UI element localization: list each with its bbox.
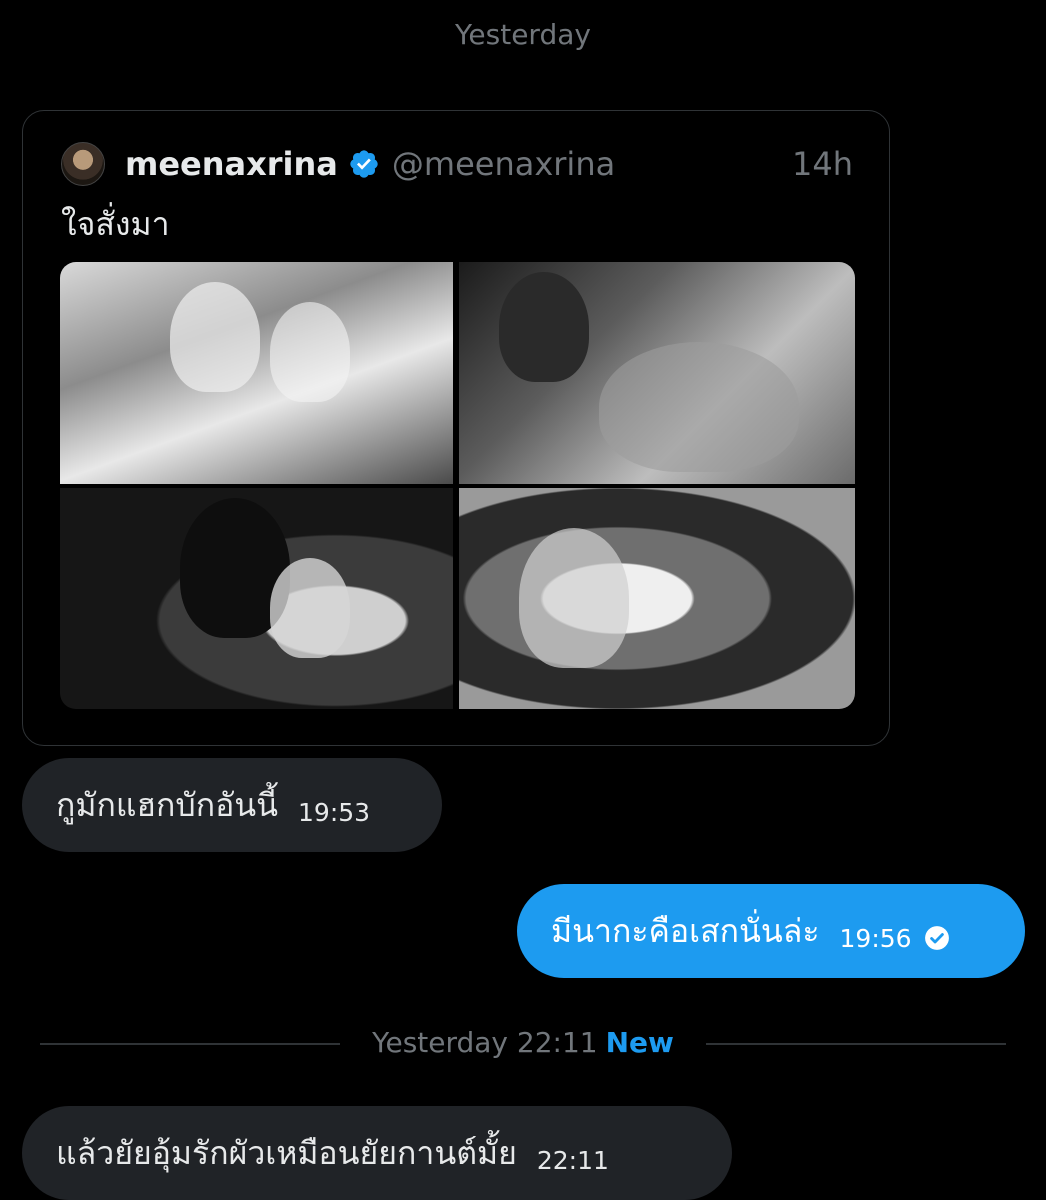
tweet-timestamp: 14h xyxy=(792,145,853,183)
new-badge: New xyxy=(605,1026,674,1059)
photo-subject xyxy=(270,302,350,402)
tweet-header: meenaxrina @meenaxrina 14h xyxy=(61,141,853,187)
photo-subject xyxy=(519,528,629,668)
message-time: 19:53 xyxy=(298,797,371,827)
tweet-handle: @meenaxrina xyxy=(391,145,616,183)
message-text: แล้วยัยอุ้มรักผัวเหมือนยัยกานต์มั้ย xyxy=(56,1133,517,1172)
divider-label: Yesterday 22:11 New xyxy=(40,1026,1006,1059)
verified-badge-icon xyxy=(350,150,378,178)
photo-subject xyxy=(270,558,350,658)
photo-subject xyxy=(499,272,589,382)
photo-subject xyxy=(599,342,799,472)
photo-subject xyxy=(170,282,260,392)
tweet-photo-3[interactable] xyxy=(459,262,855,484)
avatar[interactable] xyxy=(61,142,105,186)
tweet-photo-1[interactable] xyxy=(60,262,453,484)
message-text: มีนากะคือเสกนั่นล่ะ xyxy=(551,911,820,950)
message-bubble-incoming[interactable]: แล้วยัยอุ้มรักผัวเหมือนยัยกานต์มั้ย 22:1… xyxy=(22,1106,732,1200)
new-messages-divider: Yesterday 22:11 New xyxy=(40,1022,1006,1066)
message-bubble-outgoing[interactable]: มีนากะคือเสกนั่นล่ะ 19:56 xyxy=(517,884,1025,978)
day-separator-label: Yesterday xyxy=(455,18,591,51)
message-text: กูมักแฮกบักอันนี้ xyxy=(56,785,279,824)
tweet-media-grid xyxy=(60,262,855,709)
tweet-text: ใจสั่งมา xyxy=(61,205,170,243)
message-bubble-incoming[interactable]: กูมักแฮกบักอันนี้ 19:53 xyxy=(22,758,442,852)
shared-tweet-card[interactable]: meenaxrina @meenaxrina 14h ใจสั่งมา xyxy=(22,110,890,746)
tweet-photo-4[interactable] xyxy=(459,488,855,709)
tweet-display-name[interactable]: meenaxrina xyxy=(125,145,338,183)
divider-date: Yesterday 22:11 xyxy=(372,1026,598,1059)
message-time: 19:56 xyxy=(839,923,912,953)
tweet-photo-2[interactable] xyxy=(60,488,453,709)
read-receipt-check-icon xyxy=(924,926,949,950)
message-time: 22:11 xyxy=(536,1145,609,1175)
